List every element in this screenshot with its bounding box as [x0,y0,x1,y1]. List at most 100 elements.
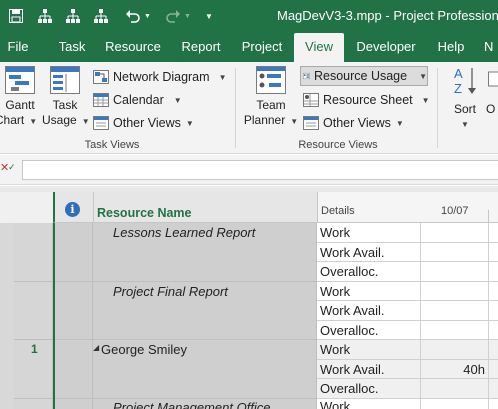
select-all-corner[interactable] [0,192,53,223]
task-usage-label-line2: Usage [42,113,77,127]
detail-label: Work Avail. [317,301,421,321]
outline-icon [488,66,498,98]
chevron-down-icon: ▼ [290,117,299,126]
timephased-value[interactable] [489,398,498,409]
indicator-cell [55,340,93,399]
detail-label: Overalloc. [317,262,421,282]
other-resource-views-button[interactable]: Other Views ▼ [303,113,404,133]
timephased-value[interactable] [489,262,498,282]
sort-label: Sort [453,102,476,116]
resource-sheet-button[interactable]: Resource Sheet ▼ [303,90,430,110]
chevron-down-icon: ▼ [218,72,227,82]
resource-name-cell[interactable]: Project Management Office [93,398,317,409]
timephased-value[interactable] [489,242,498,262]
resource-name-cell[interactable]: ◢ George Smiley [93,340,317,399]
resource-name-cell[interactable]: Lessons Learned Report [93,223,317,282]
timephased-value[interactable]: 40h [421,359,489,379]
timephased-value[interactable] [489,301,498,321]
tab-resource[interactable]: Resource [103,33,163,62]
org-chart-icon[interactable] [64,6,82,26]
timephased-value[interactable] [421,223,489,243]
chevron-down-icon: ▼ [81,117,90,126]
timephased-value[interactable] [421,398,489,409]
tab-developer[interactable]: Developer [352,33,420,62]
org-chart-icon[interactable] [92,6,110,26]
timephased-value[interactable] [421,340,489,360]
team-planner-button[interactable]: Team Planner ▼ [243,66,299,129]
timephased-value[interactable] [489,281,498,301]
assignment-name: Project Final Report [113,283,228,299]
calendar-label: Calendar [113,93,164,107]
timephased-value[interactable] [421,262,489,282]
indicators-column-header[interactable]: i [53,192,93,223]
row-header[interactable]: 1 [14,340,53,399]
details-column-header: Details [317,192,421,223]
calendar-icon [93,93,109,107]
task-usage-button[interactable]: Task Usage ▼ [42,66,90,129]
sort-icon-z: Z [454,81,462,96]
chevron-down-icon: ▼ [419,71,427,81]
tab-help[interactable]: Help [431,33,471,62]
tab-view[interactable]: View [294,33,344,62]
indicator-cell [55,281,93,340]
calendar-button[interactable]: Calendar ▼ [93,90,182,110]
other-task-views-label: Other Views [113,116,181,130]
outline-label: O [486,102,496,116]
timephased-value[interactable] [421,320,489,340]
timephased-value[interactable] [421,301,489,321]
chevron-down-icon: ▼ [29,117,38,126]
tab-report[interactable]: Report [176,33,226,62]
redo-icon[interactable]: ▼ [162,6,194,26]
timephased-value[interactable] [421,379,489,399]
gantt-chart-button[interactable]: Gantt Chart ▼ [0,66,40,129]
assignment-name: Project Management Office [113,399,271,409]
other-task-views-button[interactable]: Other Views ▼ [93,113,194,133]
org-chart-icon[interactable] [36,6,54,26]
detail-label: Overalloc. [317,379,421,399]
timescale-date-label: 10/07 [441,205,469,217]
group-separator [235,68,236,148]
chevron-down-icon: ▼ [173,95,182,105]
resource-name-cell[interactable]: Project Final Report [93,281,317,340]
task-usage-icon [50,66,80,94]
undo-icon[interactable]: ▼ [122,6,154,26]
resource-sheet-label: Resource Sheet [323,93,413,107]
tab-next[interactable]: N [484,33,498,62]
row-id: 1 [31,342,38,356]
network-diagram-button[interactable]: Network Diagram ▼ [93,67,226,87]
other-views-icon [93,116,109,130]
row-header[interactable] [14,223,53,282]
timephased-value[interactable] [489,320,498,340]
timephased-value[interactable] [421,242,489,262]
outline-button[interactable]: O [486,66,498,117]
row-header[interactable] [14,281,53,340]
timephased-value[interactable] [489,223,498,243]
sort-button[interactable]: A Z Sort ▼ [447,66,483,132]
customize-icon[interactable]: ▼ [203,6,215,26]
info-icon: i [65,202,80,217]
tab-project[interactable]: Project [238,33,286,62]
detail-label: Work Avail. [317,242,421,262]
timephased-value[interactable] [421,281,489,301]
timephased-value[interactable] [489,340,498,360]
confirm-entry-icon[interactable]: ✓ [8,162,16,173]
collapse-triangle-icon[interactable]: ◢ [93,343,99,352]
indicator-cell [55,398,93,409]
resource-usage-button[interactable]: Resource Usage ▼ [300,66,428,86]
gantt-chart-icon [5,66,35,94]
other-views-icon [303,116,319,130]
resource-name-column-header[interactable]: Resource Name [93,192,317,223]
tab-file[interactable]: File [0,33,36,62]
row-header[interactable] [14,398,53,409]
timescale-header: 10/07 [421,192,498,223]
sort-az-icon: A Z [450,66,480,98]
network-diagram-icon [93,70,109,84]
details-header-label: Details [321,205,355,217]
entry-input[interactable] [22,160,498,180]
save-icon[interactable] [8,6,24,26]
chevron-down-icon: ▼ [395,118,404,128]
timephased-value[interactable] [489,359,498,379]
detail-label: Work Avail. [317,359,421,379]
timephased-value[interactable] [489,379,498,399]
tab-task[interactable]: Task [52,33,92,62]
